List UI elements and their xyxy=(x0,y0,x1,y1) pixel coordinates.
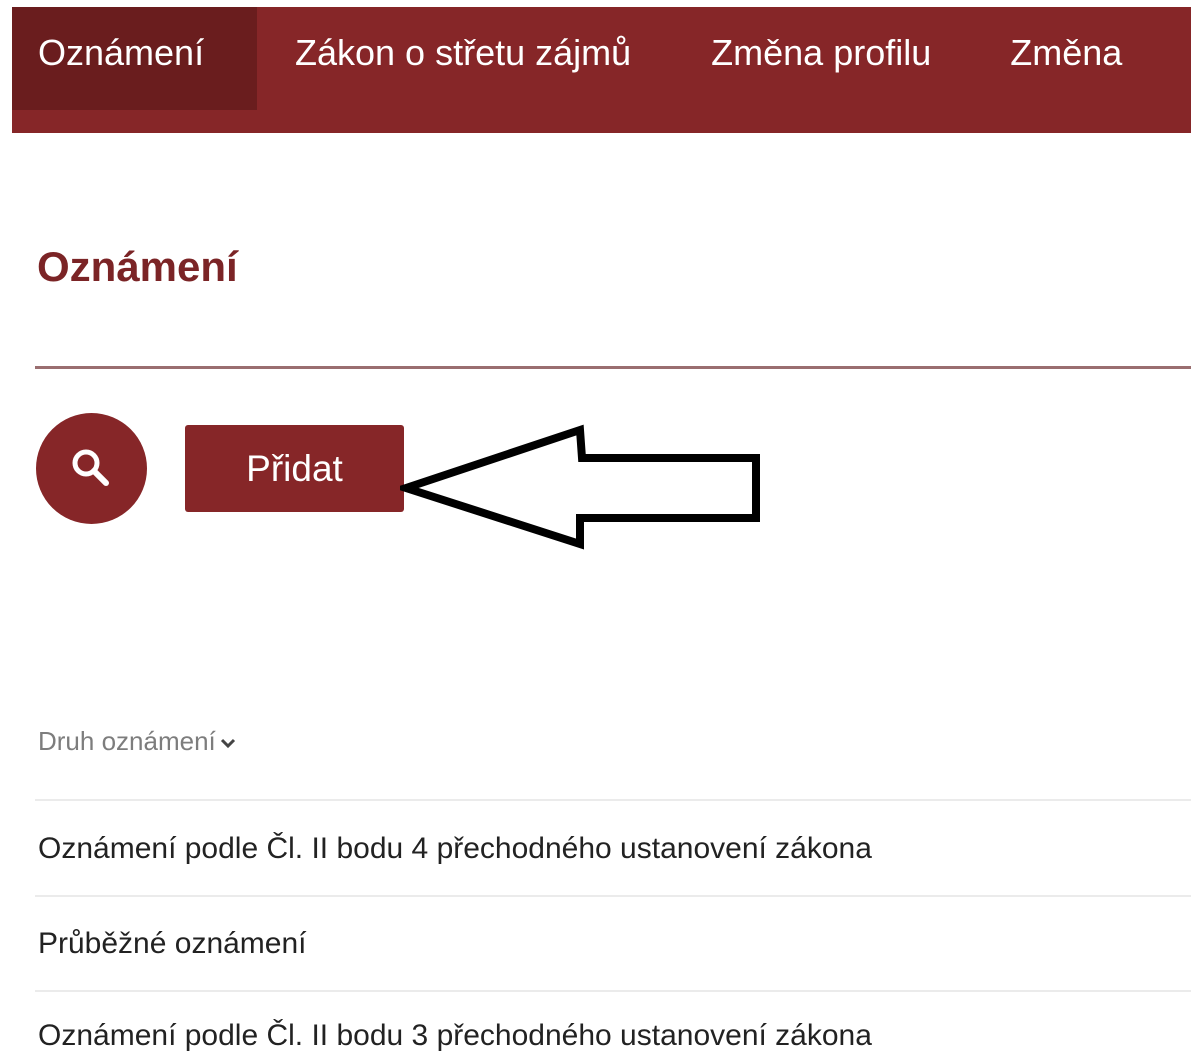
title-divider xyxy=(35,366,1191,369)
row-divider xyxy=(35,990,1191,992)
search-icon xyxy=(72,449,109,486)
chevron-down-icon xyxy=(220,739,235,749)
tab-zakon-o-stretu-zajmu[interactable]: Zákon o střetu zájmů xyxy=(295,7,631,110)
page: Oznámení Zákon o střetu zájmů Změna prof… xyxy=(0,0,1191,1059)
list-item[interactable]: Oznámení podle Čl. II bodu 3 přechodného… xyxy=(38,1019,872,1053)
column-header-label: Druh oznámení xyxy=(38,726,216,756)
list-item[interactable]: Průběžné oznámení xyxy=(38,927,307,961)
add-button[interactable]: Přidat xyxy=(185,425,404,512)
list-item[interactable]: Oznámení podle Čl. II bodu 4 přechodného… xyxy=(38,832,872,866)
top-navigation: Oznámení Zákon o střetu zájmů Změna prof… xyxy=(12,7,1191,133)
column-header-druh-oznameni[interactable]: Druh oznámení xyxy=(38,726,236,757)
tab-zmena[interactable]: Změna xyxy=(1010,7,1122,110)
search-button[interactable] xyxy=(36,413,147,524)
tab-zmena-profilu[interactable]: Změna profilu xyxy=(711,7,931,110)
page-title: Oznámení xyxy=(37,243,238,290)
row-divider xyxy=(35,799,1191,801)
arrow-annotation-icon xyxy=(400,424,760,550)
tab-oznameni[interactable]: Oznámení xyxy=(12,7,257,110)
row-divider xyxy=(35,895,1191,897)
